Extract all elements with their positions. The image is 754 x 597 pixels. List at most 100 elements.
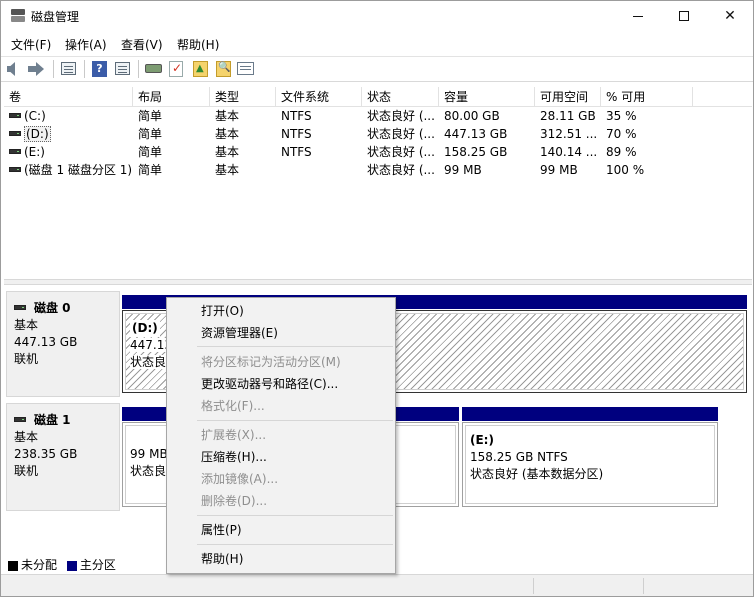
forward-button[interactable]	[28, 61, 46, 77]
help-button[interactable]: ?	[91, 61, 109, 77]
type-cell: 基本	[215, 145, 240, 159]
unallocated-swatch	[8, 560, 18, 571]
legend-unallocated: 未分配	[21, 558, 58, 572]
menu-item-delete-volume[interactable]: 删除卷(D)...	[167, 491, 395, 511]
menu-action[interactable]: 操作(A)	[65, 36, 107, 53]
layout-cell: 简单	[138, 127, 163, 141]
maximize-button[interactable]	[661, 1, 707, 31]
percent-free-cell: 35 %	[606, 109, 637, 123]
menu-view[interactable]: 查看(V)	[121, 36, 163, 53]
partition-label: (D:)	[130, 320, 160, 337]
disk-management-icon	[10, 9, 26, 23]
menu-separator	[197, 544, 393, 545]
free-space-cell: 99 MB	[540, 163, 578, 177]
table-row[interactable]: (E:) 简单 基本 NTFS 状态良好 (... 158.25 GB 140.…	[4, 143, 752, 161]
maximize-icon	[679, 11, 689, 21]
menu-item-change-drive-letter[interactable]: 更改驱动器号和路径(C)...	[167, 374, 395, 394]
folder-search-icon	[216, 61, 231, 77]
volume-name-cell: (C:)	[4, 107, 133, 125]
minimize-button[interactable]	[615, 1, 661, 31]
status-cell: 状态良好 (...	[367, 127, 435, 141]
disk-size: 238.35 GB	[14, 447, 78, 461]
menu-item-extend-volume[interactable]: 扩展卷(X)...	[167, 425, 395, 445]
status-cell: 状态良好 (...	[367, 145, 435, 159]
menu-separator	[197, 420, 393, 421]
legend: 未分配 主分区	[8, 556, 116, 572]
volume-list[interactable]: 卷 布局 类型 文件系统 状态 容量 可用空间 % 可用 (C:) 简单 基本 …	[4, 87, 752, 279]
percent-free-cell: 70 %	[606, 127, 637, 141]
column-header-free-space[interactable]: 可用空间	[535, 87, 601, 107]
menu-item-open[interactable]: 打开(O)	[167, 301, 395, 321]
window-title: 磁盘管理	[31, 10, 80, 24]
table-row[interactable]: (C:) 简单 基本 NTFS 状态良好 (... 80.00 GB 28.11…	[4, 107, 752, 125]
column-header-status[interactable]: 状态	[362, 87, 439, 107]
volume-name-cell: (磁盘 1 磁盘分区 1)	[4, 161, 133, 179]
checklist-button[interactable]	[168, 61, 186, 77]
free-space-cell: 140.14 ...	[540, 145, 598, 159]
capacity-cell: 80.00 GB	[444, 109, 500, 123]
partition-status: 状态良	[130, 355, 167, 369]
pane-splitter[interactable]	[4, 279, 752, 285]
table-row[interactable]: (D:) 简单 基本 NTFS 状态良好 (... 447.13 GB 312.…	[4, 125, 752, 143]
volume-name: (E:)	[24, 145, 45, 159]
capacity-cell: 447.13 GB	[444, 127, 508, 141]
disk-name: 磁盘 1	[34, 413, 71, 427]
disk-icon	[14, 417, 26, 422]
console-tree-button[interactable]	[60, 61, 78, 77]
menu-file[interactable]: 文件(F)	[11, 36, 51, 53]
menu-help[interactable]: 帮助(H)	[177, 36, 219, 53]
toolbar-separator	[53, 60, 54, 78]
folder-up-button[interactable]	[192, 61, 210, 77]
type-cell: 基本	[215, 163, 240, 177]
table-row[interactable]: (磁盘 1 磁盘分区 1) 简单 基本 状态良好 (... 99 MB 99 M…	[4, 161, 752, 179]
column-header-type[interactable]: 类型	[210, 87, 276, 107]
capacity-cell: 158.25 GB	[444, 145, 508, 159]
menu-item-mark-active[interactable]: 将分区标记为活动分区(M)	[167, 352, 395, 372]
disk-type: 基本	[14, 318, 39, 332]
column-header-filesystem[interactable]: 文件系统	[276, 87, 362, 107]
menu-item-properties[interactable]: 属性(P)	[167, 520, 395, 540]
percent-free-cell: 89 %	[606, 145, 637, 159]
status-bar	[1, 574, 753, 596]
column-header-layout[interactable]: 布局	[133, 87, 210, 107]
title-bar[interactable]: 磁盘管理 ✕	[1, 1, 753, 31]
filesystem-cell: NTFS	[281, 127, 312, 141]
console-tree-icon	[61, 62, 76, 75]
forward-arrow-icon	[28, 62, 44, 76]
disk-1-label[interactable]: 磁盘 1 基本 238.35 GB 联机	[6, 403, 120, 511]
menu-item-explorer[interactable]: 资源管理器(E)	[167, 323, 395, 343]
menu-item-help[interactable]: 帮助(H)	[167, 549, 395, 569]
partition-status: 状态良好 (基本数据分区)	[470, 467, 604, 481]
close-button[interactable]: ✕	[707, 1, 753, 31]
menu-separator	[197, 515, 393, 516]
properties-button[interactable]	[237, 61, 255, 77]
disk-state: 联机	[14, 352, 39, 366]
column-header-capacity[interactable]: 容量	[439, 87, 535, 107]
disk-icon	[14, 305, 26, 310]
folder-search-button[interactable]	[215, 61, 233, 77]
properties-icon	[237, 62, 254, 75]
disk-1-partition-bar	[462, 407, 718, 421]
disk-size: 447.13 GB	[14, 335, 78, 349]
list-view-icon	[115, 62, 130, 75]
back-button[interactable]	[7, 61, 25, 77]
volume-icon	[9, 149, 21, 154]
partition-e[interactable]: (E:) 158.25 GB NTFS 状态良好 (基本数据分区)	[462, 422, 718, 507]
capacity-cell: 99 MB	[444, 163, 482, 177]
disk-button[interactable]	[145, 61, 163, 77]
list-view-button[interactable]	[114, 61, 132, 77]
volume-icon	[9, 131, 21, 136]
column-header-volume[interactable]: 卷	[4, 87, 133, 107]
menu-item-shrink-volume[interactable]: 压缩卷(H)...	[167, 447, 395, 467]
type-cell: 基本	[215, 109, 240, 123]
percent-free-cell: 100 %	[606, 163, 645, 177]
layout-cell: 简单	[138, 145, 163, 159]
menu-item-add-mirror[interactable]: 添加镜像(A)...	[167, 469, 395, 489]
column-header-percent-free[interactable]: % 可用	[601, 87, 693, 107]
status-cell: 状态良好 (...	[367, 109, 435, 123]
disk-0-label[interactable]: 磁盘 0 基本 447.13 GB 联机	[6, 291, 120, 397]
disk-type: 基本	[14, 430, 39, 444]
context-menu: 打开(O) 资源管理器(E) 将分区标记为活动分区(M) 更改驱动器号和路径(C…	[166, 297, 396, 574]
menu-item-format[interactable]: 格式化(F)...	[167, 396, 395, 416]
status-separator	[533, 578, 534, 594]
